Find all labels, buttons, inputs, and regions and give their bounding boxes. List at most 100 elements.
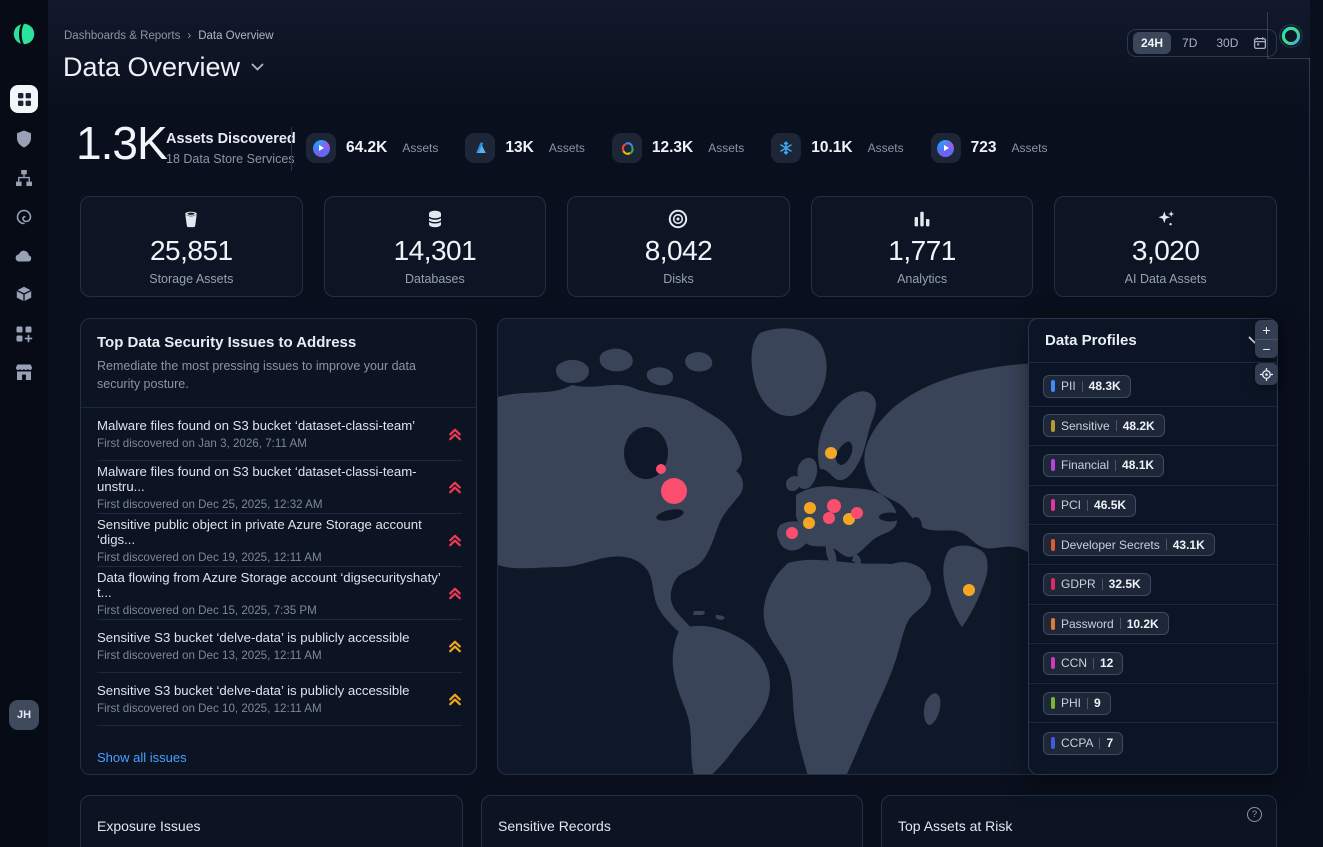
sidebar-item-dashboards[interactable] — [10, 85, 38, 113]
exposure-issues-card: Exposure Issues — [80, 795, 463, 847]
card-title: Exposure Issues — [81, 796, 462, 834]
profile-color-bar — [1051, 499, 1055, 511]
stat-cards-row: 25,851 Storage Assets 14,301 Databases 8… — [80, 196, 1277, 297]
assets-discovered-total: 1.3K — [76, 116, 167, 170]
profile-chip-financial[interactable]: Financial 48.1K — [1043, 454, 1164, 477]
storefront-icon — [14, 363, 34, 383]
profile-label: CCPA — [1061, 736, 1093, 750]
time-range-30d-button[interactable]: 30D — [1208, 32, 1246, 54]
stat-value: 14,301 — [394, 235, 477, 267]
user-avatar[interactable]: JH — [9, 700, 39, 730]
stat-label: Databases — [405, 272, 465, 286]
map-data-dot[interactable] — [786, 527, 798, 539]
profile-chip-password[interactable]: Password 10.2K — [1043, 612, 1169, 635]
profile-color-bar — [1051, 657, 1055, 669]
map-data-dot[interactable] — [823, 512, 835, 524]
show-all-issues-link[interactable]: Show all issues — [81, 726, 476, 775]
profile-chip-pii[interactable]: PII 48.3K — [1043, 375, 1131, 398]
sidebar-item-security[interactable] — [14, 129, 34, 149]
right-panel-divider — [1309, 58, 1310, 772]
chevron-down-icon[interactable] — [251, 63, 264, 72]
stat-value: 25,851 — [150, 235, 233, 267]
sidebar-item-cloud[interactable] — [14, 246, 34, 266]
sidebar-item-marketplace[interactable] — [14, 363, 34, 383]
profile-chip-ccpa[interactable]: CCPA 7 — [1043, 732, 1123, 755]
disks-card[interactable]: 8,042 Disks — [567, 196, 790, 297]
issue-row[interactable]: Sensitive S3 bucket ‘delve-data’ is publ… — [97, 673, 462, 726]
storage-assets-card[interactable]: 25,851 Storage Assets — [80, 196, 303, 297]
time-range-7d-button[interactable]: 7D — [1174, 32, 1205, 54]
profile-label: GDPR — [1061, 577, 1096, 591]
issue-row[interactable]: Malware files found on S3 bucket ‘datase… — [97, 461, 462, 514]
severity-critical-icon — [448, 534, 462, 547]
profile-chip-sensitive[interactable]: Sensitive 48.2K — [1043, 414, 1165, 437]
provider-stat: 64.2K Assets — [306, 133, 438, 163]
sidebar-item-integrations[interactable] — [14, 324, 34, 344]
snowflake-icon — [771, 133, 801, 163]
gradient-circle-provider-icon — [931, 133, 961, 163]
issue-title: Sensitive S3 bucket ‘delve-data’ is publ… — [97, 683, 410, 698]
profile-color-bar — [1051, 459, 1055, 471]
profile-chip-phi[interactable]: PHI 9 — [1043, 692, 1111, 715]
divider — [1082, 381, 1083, 392]
time-range-24h-button[interactable]: 24H — [1133, 32, 1171, 54]
provider-stat: 13K Assets — [465, 133, 584, 163]
provider-unit: Assets — [402, 141, 438, 155]
issue-row[interactable]: Malware files found on S3 bucket ‘datase… — [97, 408, 462, 461]
provider-count: 723 — [971, 139, 997, 157]
databases-card[interactable]: 14,301 Databases — [324, 196, 547, 297]
issue-row[interactable]: Sensitive public object in private Azure… — [97, 514, 462, 567]
profile-count: 48.1K — [1122, 458, 1154, 472]
sparkles-icon — [1155, 208, 1177, 230]
assistant-ring-icon[interactable] — [1278, 23, 1304, 54]
bucket-icon — [180, 208, 202, 230]
breadcrumb[interactable]: Dashboards & Reports › Data Overview — [64, 30, 274, 42]
provider-stats: 64.2K Assets 13K Assets — [306, 133, 1048, 163]
sidebar-item-classification[interactable] — [14, 207, 34, 227]
google-cloud-icon — [612, 133, 642, 163]
top-assets-at-risk-card: Top Assets at Risk ? — [881, 795, 1277, 847]
profile-chip-developer-secrets[interactable]: Developer Secrets 43.1K — [1043, 533, 1215, 556]
data-profiles-header[interactable]: Data Profiles — [1029, 319, 1277, 363]
map-data-dot[interactable] — [851, 507, 863, 519]
profile-count: 7 — [1106, 736, 1113, 750]
profile-row: Sensitive 48.2K — [1029, 407, 1277, 447]
help-icon[interactable]: ? — [1247, 807, 1262, 822]
profile-count: 10.2K — [1127, 617, 1159, 631]
breadcrumb-separator: › — [187, 30, 191, 42]
sensitive-records-card: Sensitive Records — [481, 795, 863, 847]
map-zoom-in-button[interactable]: + — [1255, 320, 1278, 339]
profile-count: 9 — [1094, 696, 1101, 710]
ai-data-assets-card[interactable]: 3,020 AI Data Assets — [1054, 196, 1277, 297]
map-data-dot[interactable] — [656, 464, 666, 474]
calendar-icon[interactable] — [1249, 36, 1271, 50]
issues-panel-title: Top Data Security Issues to Address — [97, 334, 460, 351]
breadcrumb-parent[interactable]: Dashboards & Reports — [64, 30, 180, 42]
analytics-card[interactable]: 1,771 Analytics — [811, 196, 1034, 297]
provider-stat: 723 Assets — [931, 133, 1048, 163]
sidebar-item-topology[interactable] — [14, 168, 34, 188]
map-data-dot[interactable] — [963, 584, 975, 596]
issue-row[interactable]: Data flowing from Azure Storage account … — [97, 567, 462, 620]
profile-chip-pci[interactable]: PCI 46.5K — [1043, 494, 1136, 517]
fingerprint-spiral-icon — [14, 207, 34, 227]
map-data-dot[interactable] — [827, 499, 841, 513]
map-data-dot[interactable] — [803, 517, 815, 529]
severity-critical-icon — [448, 587, 462, 600]
provider-count: 10.1K — [811, 139, 852, 157]
map-zoom-out-button[interactable]: − — [1255, 339, 1278, 358]
dashboard-grid-icon — [15, 90, 34, 109]
profile-count: 12 — [1100, 656, 1113, 670]
map-data-dot[interactable] — [661, 478, 687, 504]
profile-chip-gdpr[interactable]: GDPR 32.5K — [1043, 573, 1151, 596]
map-data-dot[interactable] — [825, 447, 837, 459]
sidebar-item-assets[interactable] — [14, 285, 34, 305]
profile-chip-ccn[interactable]: CCN 12 — [1043, 652, 1123, 675]
map-locate-button[interactable] — [1255, 363, 1278, 385]
card-title: Top Assets at Risk — [882, 796, 1276, 834]
map-data-dot[interactable] — [804, 502, 816, 514]
profile-count: 48.2K — [1123, 419, 1155, 433]
issue-row[interactable]: Sensitive S3 bucket ‘delve-data’ is publ… — [97, 620, 462, 673]
divider — [291, 127, 292, 171]
profile-row: PCI 46.5K — [1029, 486, 1277, 526]
